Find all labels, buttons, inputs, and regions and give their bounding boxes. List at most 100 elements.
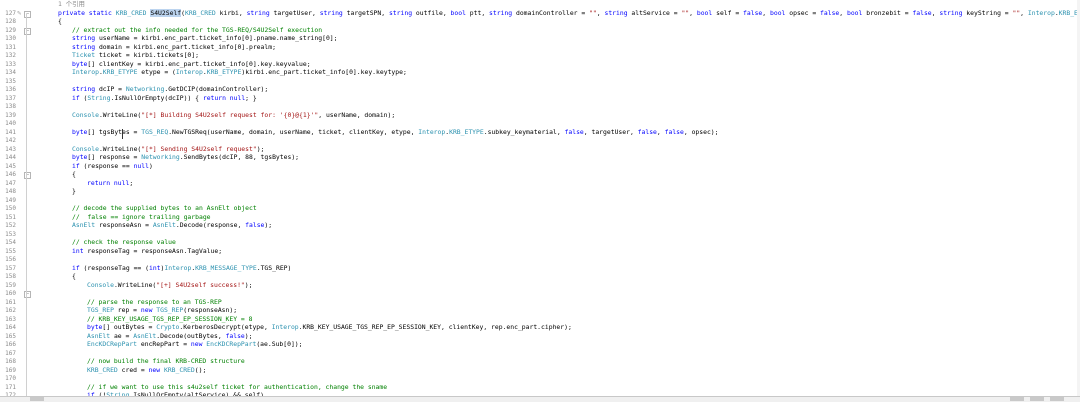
token: .Decode(response,: [175, 221, 246, 229]
token: domain = kirbi.enc_part.ticket_info[0].p…: [98, 42, 276, 51]
code-editor[interactable]: 1 个引用 127 ✎ − private static KRB_CRED S4U2Se…: [0, 0, 1080, 396]
token: (responseTag == (: [83, 263, 149, 272]
text-cursor: [122, 129, 123, 139]
token: bool: [450, 8, 470, 17]
token: 1 个引用: [58, 0, 85, 8]
status-segment: [30, 397, 44, 401]
token: ();: [194, 365, 207, 374]
token: cred =: [121, 365, 149, 374]
token: ,: [762, 8, 770, 17]
token: // false == ignore trailing garbage: [72, 212, 211, 221]
token: null: [133, 161, 149, 170]
token: altService =: [631, 8, 682, 17]
token: string: [246, 8, 274, 17]
token: EncKDCRepPart: [87, 340, 141, 348]
token: Interop: [175, 68, 203, 76]
token: return null: [202, 93, 246, 102]
token: );: [244, 280, 253, 289]
token: byte: [72, 127, 88, 136]
token: kirbi,: [219, 8, 247, 17]
token: ,: [839, 8, 847, 17]
token: .NewTGSReq(userName, domain, userName, t…: [168, 127, 419, 136]
token: responseTag = responseAsn.TagValue;: [87, 246, 223, 255]
token: // now build the final KRB-CRED structur…: [87, 357, 245, 365]
token: ): [148, 161, 153, 170]
token: "[*] Building S4U2self request for: '{0}…: [141, 110, 319, 119]
token: Console: [72, 144, 99, 153]
token: AsnElt: [152, 221, 176, 229]
token: outfile,: [415, 8, 451, 17]
token: false: [820, 8, 840, 17]
token: (response ==: [83, 161, 134, 170]
token: string: [388, 8, 416, 17]
token: return null: [87, 178, 130, 187]
token: Ticket: [72, 51, 99, 59]
token: ptt,: [469, 8, 490, 17]
token: [] clientKey = kirbi.enc_part.ticket_inf…: [87, 59, 311, 68]
token: false: [912, 8, 932, 17]
token: TGS_REQ: [141, 127, 169, 136]
token: bool: [696, 8, 717, 17]
token: // parse the response to an TGS-REP: [87, 297, 222, 306]
token: .GetDCIP(domainController);: [164, 85, 269, 93]
token: if: [72, 93, 84, 102]
token: false: [245, 221, 265, 229]
token: encRepPart =: [140, 340, 191, 348]
token: "": [589, 8, 597, 17]
token: string: [489, 8, 516, 17]
token: KRB_ETYPE: [449, 127, 484, 136]
token: // if we want to use this s4u2self ticke…: [87, 382, 388, 391]
token: byte: [72, 153, 88, 161]
token: KRB_CRED: [115, 8, 151, 17]
token: ticket = kirbi.tickets[0];: [98, 51, 199, 59]
token: string: [604, 8, 632, 17]
token: bool: [770, 8, 790, 17]
token: .WriteLine(: [98, 144, 142, 153]
token: if: [72, 263, 84, 272]
token: string: [319, 8, 347, 17]
token: string: [939, 8, 967, 17]
token: {: [72, 272, 76, 280]
token: Networking: [125, 85, 165, 93]
token: , opsec);: [683, 127, 719, 136]
token: (ae.Sub[0]);: [256, 340, 303, 348]
token: KRB_ETYPE: [102, 68, 142, 76]
token: responseAsn =: [98, 221, 153, 229]
token: .KRB_KEY_USAGE_TGS_REP_EP_SESSION_KEY, c…: [298, 323, 572, 331]
status-segment: [1010, 397, 1024, 401]
token: );: [264, 221, 273, 229]
token: etype = (: [141, 68, 176, 76]
fold-guide: [26, 14, 27, 396]
token: (responseAsn);: [183, 306, 238, 314]
token: Interop: [164, 263, 192, 272]
token: // extract out the info needed for the T…: [72, 25, 323, 34]
token: String: [87, 93, 111, 102]
token: );: [256, 144, 265, 153]
token: new: [140, 306, 157, 314]
token: string: [72, 42, 99, 51]
token: AsnElt: [72, 221, 99, 229]
token: Console: [87, 280, 114, 289]
status-bar: [0, 396, 1080, 402]
token: KRB_CRED: [87, 365, 122, 374]
token: false: [664, 127, 684, 136]
token: Console: [72, 110, 99, 119]
token: string: [72, 34, 99, 42]
token: opsec =: [789, 8, 821, 17]
token: // KRB_KEY_USAGE_TGS_REP_EP_SESSION_KEY …: [87, 314, 253, 323]
token: .TGS_REP): [256, 263, 292, 272]
token: AsnElt: [133, 331, 157, 340]
token: private static: [58, 8, 116, 17]
token: byte: [87, 323, 103, 331]
token: ; }: [245, 93, 257, 102]
token: AsnElt: [87, 331, 114, 340]
token: int: [148, 263, 161, 272]
token: .WriteLine(: [98, 110, 142, 119]
token: if: [72, 161, 84, 170]
token: {: [72, 170, 76, 178]
token: [] tgsBytes =: [87, 127, 142, 136]
token: .IsNullOrEmpty(dcIP)) {: [110, 93, 203, 102]
token: , targetUser,: [583, 127, 638, 136]
token: dcIP =: [98, 85, 126, 93]
token: KRB_MESSAGE_TYPE: [195, 263, 257, 272]
